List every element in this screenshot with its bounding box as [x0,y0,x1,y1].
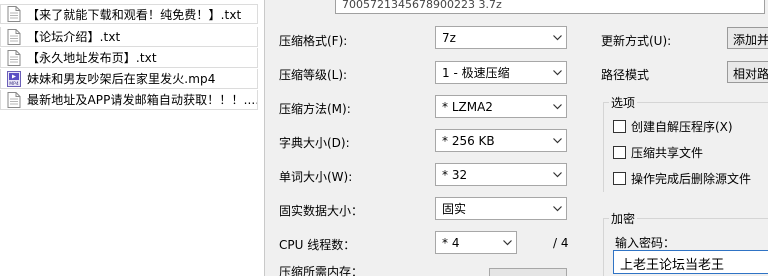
level-select[interactable]: 1 - 极速压缩 [435,61,567,84]
chevron-down-icon [548,96,566,117]
sfx-checkbox[interactable]: 创建自解压程序(X) [613,118,733,135]
text-file-icon [7,6,21,22]
text-file-icon [7,91,21,108]
file-name: 最新地址及APP请发邮箱自动获取！！！.... [27,93,257,107]
method-value: * LZMA2 [442,99,493,114]
solid-label: 固实数据大小： [279,204,364,218]
list-item[interactable]: 最新地址及APP请发邮箱自动获取！！！.... [0,90,258,110]
word-select[interactable]: * 32 [435,163,567,186]
delete-source-checkbox[interactable]: 操作完成后删除源文件 [613,170,751,187]
archive-name-input[interactable]: 7005721345678900223 3.7z [335,0,765,14]
method-select[interactable]: * LZMA2 [435,95,567,118]
chevron-down-icon [548,198,566,219]
svg-text:MP4: MP4 [9,81,19,87]
format-value: 7z [442,30,456,45]
update-label: 更新方式(U): [601,34,672,48]
solid-value: 固实 [442,202,467,216]
file-list: 【来了就能下载和观看！纯免费！】.txt 【论坛介绍】.txt 【永久地址发布页… [0,0,258,276]
dict-label: 字典大小(D): [279,136,350,150]
dict-select[interactable]: * 256 KB [435,129,567,152]
dict-value: * 256 KB [442,133,495,148]
path-label: 路径模式 [601,68,650,82]
shared-checkbox[interactable]: 压缩共享文件 [613,144,703,161]
chevron-down-icon [548,62,566,83]
memory-label: 压缩所需内存： [279,265,364,276]
password-input[interactable]: 上老王论坛当老王 [613,250,768,274]
file-name: 【论坛介绍】.txt [27,30,121,44]
cpu-value: * 4 [442,235,460,250]
checkbox-box[interactable] [613,172,626,185]
memory-value-field [489,268,567,276]
path-select[interactable]: 相对路 [727,61,768,83]
chevron-down-icon [548,130,566,151]
chevron-down-icon [498,232,516,253]
solid-select[interactable]: 固实 [435,197,567,220]
file-name: 【来了就能下载和观看！纯免费！】.txt [27,7,242,22]
checkbox-box[interactable] [613,120,626,133]
file-name: 妹妹和男友吵架后在家里发火.mp4 [27,72,216,86]
list-item[interactable]: 【来了就能下载和观看！纯免费！】.txt [0,4,258,24]
list-item[interactable]: 【永久地址发布页】.txt [0,48,258,68]
compress-dialog: 7005721345678900223 3.7z 压缩格式(F): 7z 压缩等… [264,0,768,276]
password-label: 输入密码： [615,236,676,250]
list-item[interactable]: 【论坛介绍】.txt [0,27,258,47]
word-value: * 32 [442,167,468,182]
level-value: 1 - 极速压缩 [442,66,510,80]
chevron-down-icon [548,164,566,185]
mp4-file-icon: MP4 [7,70,21,87]
cpu-label: CPU 线程数： [279,238,356,252]
word-label: 单词大小(W): [279,170,353,184]
options-title: 选项 [609,94,638,111]
update-select[interactable]: 添加并 [727,27,768,49]
list-item[interactable]: MP4 妹妹和男友吵架后在家里发火.mp4 [0,69,258,89]
file-name: 【永久地址发布页】.txt [27,51,157,65]
delete-source-checkbox-label: 操作完成后删除源文件 [631,172,752,186]
cpu-total: / 4 [553,236,569,250]
checkbox-box[interactable] [613,146,626,159]
chevron-down-icon [548,27,566,48]
text-file-icon [7,28,21,45]
method-label: 压缩方法(M): [279,102,351,116]
format-label: 压缩格式(F): [279,34,348,48]
text-file-icon [7,49,21,66]
level-label: 压缩等级(L): [279,68,348,82]
encrypt-title: 加密 [609,210,638,227]
sfx-checkbox-label: 创建自解压程序(X) [631,120,733,134]
format-select[interactable]: 7z [435,26,567,49]
shared-checkbox-label: 压缩共享文件 [631,146,704,160]
cpu-select[interactable]: * 4 [435,231,517,254]
